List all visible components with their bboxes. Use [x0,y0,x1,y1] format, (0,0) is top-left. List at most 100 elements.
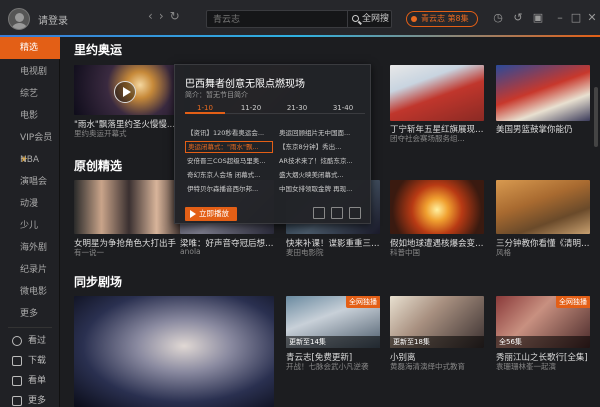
download-icon [12,356,22,366]
add-to-list-icon[interactable] [331,207,343,219]
sidebar-item-nba[interactable]: NBA [0,149,60,171]
sidebar-item-vip-label: VIP会员 [20,133,53,143]
video-card[interactable]: 更新至18集 小别离 黄磊海清演绎中式教育 [390,296,484,376]
sidebar-watchlist[interactable]: 看单 [0,371,60,391]
sidebar-item-kids[interactable]: 少儿 [0,215,60,237]
episode-item[interactable]: 伊特贝尔森播音西尔邦... [185,183,273,195]
video-card[interactable]: "雨水"飘落里约圣火慢慢... 里约奥运开幕式 [74,65,184,138]
search-input[interactable] [213,13,343,26]
episode-item[interactable]: 奥运回顾组片无中国面... [277,127,365,139]
sidebar-download-label: 下载 [28,356,47,366]
sidebar-item-movie[interactable]: 电影 [0,105,60,127]
episode-item-active[interactable]: 奥运闭幕式："雨水"飘... [185,141,273,153]
plus-icon [12,396,22,406]
tab-range-4[interactable]: 31-40 [323,102,363,114]
episode-item[interactable]: 中国女排领取金牌 再现... [277,183,365,195]
tab-range-3[interactable]: 21-30 [277,102,317,114]
video-card[interactable]: 全网独播 全56集 秀丽江山之长歌行[全集] 袁珊珊林峯一起演 [496,296,590,376]
episode-item[interactable]: 盛大烟火映美闭幕式... [277,169,365,181]
sidebar-item-concert[interactable]: 演唱会 [0,171,60,193]
episode-label: 更新至18集 [390,336,484,348]
sidebar-more-bottom[interactable]: 更多 [0,391,60,407]
episode-item[interactable]: 【东京8分钟】秀出... [277,141,365,153]
video-thumbnail [390,65,484,121]
video-thumbnail: 更新至18集 [390,296,484,348]
video-thumbnail [496,65,590,121]
sidebar-divider [8,327,52,328]
now-playing[interactable]: 青云志 第8集 [406,11,478,27]
sidebar-item-anime[interactable]: 动漫 [0,193,60,215]
sidebar-watchlist-label: 看单 [28,376,47,386]
download-icon[interactable] [313,207,325,219]
video-card[interactable]: 女明星为争抢角色大打出手 有一说一 [74,180,184,257]
video-title: 美国男篮鼓掌你能仍 [496,125,573,135]
tab-range-1[interactable]: 1-10 [185,102,225,114]
close-icon[interactable]: ✕ [584,9,600,27]
section-title-olympics: 里约奥运 [74,43,123,57]
search-button[interactable]: 全网搜 [347,11,391,27]
video-subtitle: 有一说一 [74,248,104,257]
video-card[interactable]: 美国男篮鼓掌你能仍 [496,65,590,135]
play-icon[interactable] [114,81,136,103]
maximize-icon[interactable]: □ [568,9,584,27]
avatar[interactable] [8,8,30,30]
scrollbar[interactable] [594,87,598,147]
video-card[interactable]: 全网独播 更新至14集 青云志[免费更新] 开战！七脉会武小凡逆袭 [286,296,380,376]
login-link[interactable]: 请登录 [38,12,68,27]
episode-item[interactable]: AR技术来了！炫酷东京... [277,155,365,167]
clock-icon[interactable]: ◷ [490,9,506,27]
video-subtitle: 里约奥运开幕式 [74,129,127,138]
nav-arrows: ‹›↻ [148,9,186,23]
minimize-icon[interactable]: – [552,9,568,27]
video-subtitle: anola [180,247,201,256]
history-icon[interactable]: ↺ [510,9,526,27]
episode-label: 全56集 [496,336,590,348]
back-arrow-icon[interactable]: ‹ [148,9,159,23]
sidebar-item-vip[interactable]: VIP会员 ★ [0,127,60,165]
sidebar: 精选 电视剧 综艺 电影 VIP会员 ★ NBA 演唱会 动漫 少儿 海外剧 纪… [0,37,60,407]
episode-item[interactable]: 安倍晋三COS超级马里奥... [185,155,273,167]
popup-title: 巴西舞者创意无限点燃现场 [185,79,305,90]
refresh-icon[interactable]: ↻ [170,9,186,23]
video-thumbnail [74,296,274,407]
app-window: 请登录 ‹›↻ 全网搜 青云志 第8集 ◷ ↺ ▣ – □ ✕ 精选 电视剧 综… [0,0,600,407]
video-thumbnail [74,180,184,234]
popup-description: 简介：暂无节目简介 [185,91,248,99]
episode-item[interactable]: 【资讯】120秒看奥运会... [185,127,273,139]
now-playing-label: 青云志 第8集 [421,14,469,23]
video-thumbnail [74,65,184,115]
skin-icon[interactable]: ▣ [530,9,546,27]
video-card[interactable]: 假如地球遭遇核爆会变成... 科普中国 [390,180,484,257]
exclusive-badge: 全网独播 [346,296,380,308]
video-thumbnail: 全网独播 全56集 [496,296,590,348]
forward-arrow-icon[interactable]: › [159,9,170,23]
video-card-featured[interactable] [74,296,274,407]
episode-item[interactable]: 奇幻东京人会场 闭幕式... [185,169,273,181]
search-button-label: 全网搜 [362,14,390,24]
sidebar-item-variety[interactable]: 综艺 [0,83,60,105]
video-subtitle: 风格 [496,248,511,257]
sidebar-item-overseas[interactable]: 海外剧 [0,237,60,259]
top-bar: 请登录 ‹›↻ 全网搜 青云志 第8集 ◷ ↺ ▣ – □ ✕ [0,0,600,36]
sidebar-item-micro-film[interactable]: 微电影 [0,281,60,303]
section-title-original: 原创精选 [74,159,123,173]
playing-indicator-icon [411,16,417,22]
sidebar-item-documentary[interactable]: 纪录片 [0,259,60,281]
sidebar-watched[interactable]: 看过 [0,331,60,351]
tab-range-2[interactable]: 11-20 [231,102,271,114]
play-now-button[interactable]: 立即播放 [185,207,237,221]
video-card[interactable]: 三分钟教你看懂《清明上... 风格 [496,180,590,257]
sidebar-download[interactable]: 下载 [0,351,60,371]
video-card[interactable]: 丁宁斩年五星红旗展现范... 团夺社会赛场服务组... [390,65,484,143]
exclusive-badge: 全网独播 [556,296,590,308]
video-thumbnail [390,180,484,234]
episode-range-tabs: 1-10 11-20 21-30 31-40 [185,102,365,114]
video-subtitle: 开战！七脉会武小凡逆袭 [286,362,369,371]
episode-label: 更新至14集 [286,336,380,348]
video-subtitle: 团夺社会赛场服务组... [390,134,465,143]
sidebar-item-more[interactable]: 更多 [0,303,60,325]
share-icon[interactable] [349,207,361,219]
search-icon [352,15,359,22]
sidebar-item-featured[interactable]: 精选 [0,37,60,59]
sidebar-item-tv[interactable]: 电视剧 [0,61,60,83]
